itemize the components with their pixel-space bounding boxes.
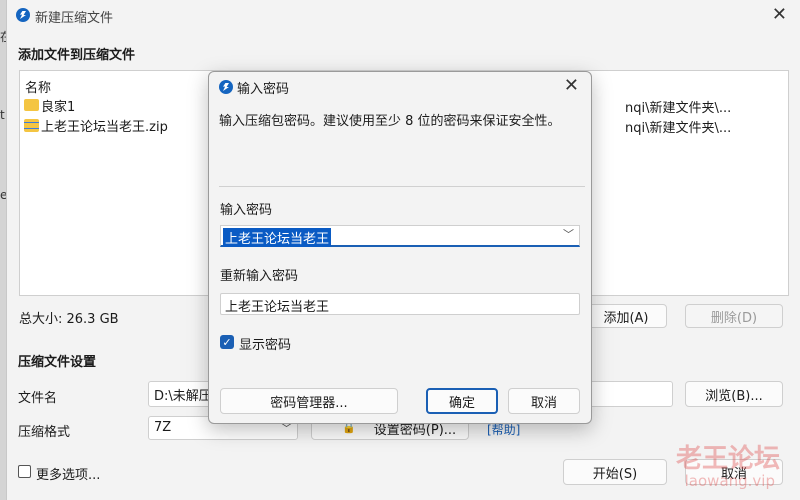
watermark-text: 老王论坛 <box>675 444 780 474</box>
show-password-label: 显示密码 <box>239 338 292 353</box>
more-options-label: 更多选项... <box>36 468 101 483</box>
add-button[interactable]: 添加(A) <box>585 304 667 328</box>
show-password-checkbox[interactable]: ✓ <box>220 335 234 349</box>
close-icon[interactable]: ✕ <box>772 4 787 25</box>
delete-button[interactable]: 删除(D) <box>685 304 783 328</box>
ok-button[interactable]: 确定 <box>426 388 498 414</box>
format-value: 7Z <box>154 420 172 435</box>
watermark-subtext: laowang.vip <box>684 472 775 490</box>
total-size: 总大小: 26.3 GB <box>19 312 119 327</box>
file-name: 上老王论坛当老王.zip <box>41 119 168 135</box>
reenter-password-input[interactable]: 上老王论坛当老王 <box>220 293 580 315</box>
divider <box>219 186 585 187</box>
chevron-down-icon[interactable]: ﹀ <box>563 226 574 242</box>
app-logo-icon <box>219 80 233 94</box>
zip-file-icon <box>24 118 39 132</box>
password-dialog: 输入密码 ✕ 输入压缩包密码。建议使用至少 8 位的密码来保证安全性。 输入密码… <box>208 71 592 424</box>
app-logo-icon <box>16 8 30 22</box>
list-item[interactable]: 上老王论坛当老王.zip <box>24 115 168 135</box>
file-name: 良家1 <box>41 99 76 115</box>
password-label: 输入密码 <box>220 203 273 218</box>
window-title: 新建压缩文件 <box>35 11 114 26</box>
titlebar: 新建压缩文件 ✕ <box>7 0 800 30</box>
more-options-checkbox[interactable] <box>18 465 31 478</box>
password-manager-button[interactable]: 密码管理器... <box>220 388 398 414</box>
format-label: 压缩格式 <box>18 425 71 440</box>
list-item[interactable]: 良家1 <box>24 95 75 115</box>
folder-icon <box>24 99 39 111</box>
dialog-title: 输入密码 <box>237 82 290 97</box>
reenter-password-label: 重新输入密码 <box>220 269 299 284</box>
file-path: nqi\新建文件夹\... <box>625 101 732 116</box>
dialog-cancel-button[interactable]: 取消 <box>508 388 580 414</box>
add-files-heading: 添加文件到压缩文件 <box>18 48 136 63</box>
password-value: 上老王论坛当老王 <box>223 228 332 247</box>
archive-settings-heading: 压缩文件设置 <box>18 355 97 370</box>
dialog-description: 输入压缩包密码。建议使用至少 8 位的密码来保证安全性。 <box>219 114 561 129</box>
filename-label: 文件名 <box>18 391 58 406</box>
file-path: nqi\新建文件夹\... <box>625 121 732 136</box>
password-input[interactable]: 上老王论坛当老王 ﹀ <box>220 225 580 247</box>
column-header-name[interactable]: 名称 <box>25 77 51 96</box>
browse-button[interactable]: 浏览(B)... <box>685 381 783 407</box>
close-icon[interactable]: ✕ <box>564 75 579 96</box>
start-button[interactable]: 开始(S) <box>563 459 667 485</box>
